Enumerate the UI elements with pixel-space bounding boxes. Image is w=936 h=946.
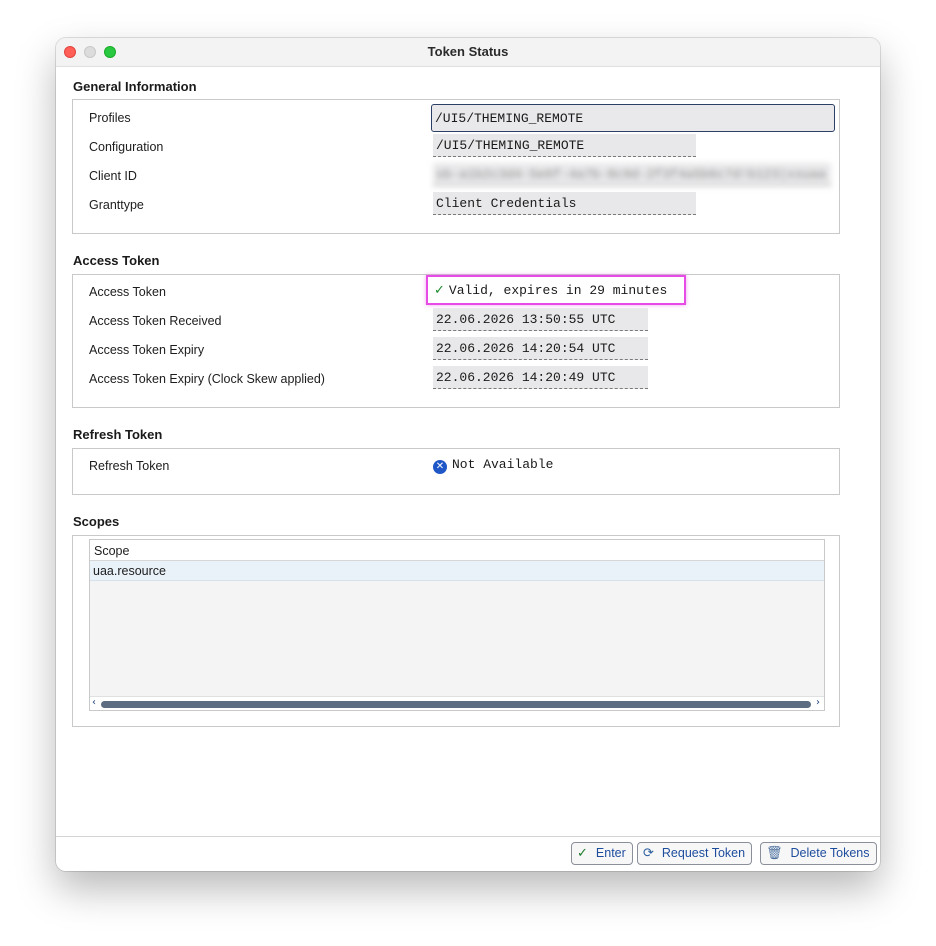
granttype-label: Granttype bbox=[89, 198, 144, 212]
error-circle-icon: ✕ bbox=[433, 460, 447, 474]
check-icon: ✓ bbox=[434, 283, 445, 298]
enter-button-label: Enter bbox=[595, 846, 626, 860]
scroll-right-icon[interactable]: › bbox=[816, 697, 820, 708]
profiles-label: Profiles bbox=[89, 111, 131, 125]
refresh-section-title: Refresh Token bbox=[73, 427, 163, 442]
clock-skew-expiry-label: Access Token Expiry (Clock Skew applied) bbox=[89, 372, 325, 386]
request-token-button-label: Request Token bbox=[661, 846, 746, 860]
client-id-label: Client ID bbox=[89, 169, 137, 183]
access-token-label: Access Token bbox=[89, 285, 166, 299]
access-token-received-label: Access Token Received bbox=[89, 314, 222, 328]
delete-tokens-button[interactable]: 🗑 Delete Tokens bbox=[760, 842, 877, 865]
scroll-left-icon[interactable]: ‹ bbox=[92, 697, 96, 708]
general-panel: Profiles /UI5/THEMING_REMOTE Configurati… bbox=[72, 99, 840, 234]
delete-tokens-button-label: Delete Tokens bbox=[790, 846, 870, 860]
profiles-field[interactable]: /UI5/THEMING_REMOTE bbox=[431, 104, 835, 132]
window-title: Token Status bbox=[427, 44, 509, 59]
button-bar: ✓ Enter ⟳ Request Token 🗑 Delete Tokens bbox=[56, 836, 880, 871]
granttype-field[interactable]: Client Credentials bbox=[433, 192, 696, 215]
request-token-button[interactable]: ⟳ Request Token bbox=[637, 842, 753, 865]
scopes-table[interactable]: Scope uaa.resource ‹ › bbox=[89, 539, 825, 711]
access-panel: Access Token ✓ Valid, expires in 29 minut… bbox=[72, 274, 840, 408]
access-token-status-text: Valid, expires in 29 minutes bbox=[448, 283, 668, 298]
trash-icon: 🗑 bbox=[766, 846, 783, 861]
refresh-token-label: Refresh Token bbox=[89, 459, 170, 473]
scopes-section-title: Scopes bbox=[73, 514, 120, 529]
access-token-expiry-field[interactable]: 22.06.2026 14:20:54 UTC bbox=[433, 337, 648, 360]
scopes-panel: Scope uaa.resource ‹ › bbox=[72, 535, 840, 727]
client-id-field[interactable]: sb-a1b2c3d4-5e6f-4a7b-8c9d-2f3f4a5b6c7d!… bbox=[433, 163, 831, 186]
title-bar: Token Status bbox=[56, 38, 880, 67]
table-row[interactable]: uaa.resource bbox=[90, 561, 824, 581]
request-token-icon: ⟳ bbox=[643, 846, 654, 861]
clock-skew-expiry-field[interactable]: 22.06.2026 14:20:49 UTC bbox=[433, 366, 648, 389]
token-status-window: Token Status General Information Profile… bbox=[56, 38, 880, 871]
access-token-expiry-label: Access Token Expiry bbox=[89, 343, 205, 357]
enter-button[interactable]: ✓ Enter bbox=[571, 842, 633, 865]
access-section-title: Access Token bbox=[73, 253, 160, 268]
refresh-token-status: ✕ Not Available bbox=[427, 451, 627, 481]
general-section-title: General Information bbox=[73, 79, 197, 94]
refresh-panel: Refresh Token ✕ Not Available bbox=[72, 448, 840, 495]
access-token-received-field[interactable]: 22.06.2026 13:50:55 UTC bbox=[433, 308, 648, 331]
scrollbar-thumb[interactable] bbox=[101, 701, 811, 708]
horizontal-scrollbar[interactable]: ‹ › bbox=[90, 696, 824, 710]
scope-column-header[interactable]: Scope bbox=[90, 540, 824, 561]
configuration-label: Configuration bbox=[89, 140, 164, 154]
check-icon: ✓ bbox=[577, 846, 588, 861]
configuration-field[interactable]: /UI5/THEMING_REMOTE bbox=[433, 134, 696, 157]
refresh-token-status-text: Not Available bbox=[452, 457, 554, 472]
access-token-status: ✓ Valid, expires in 29 minutes bbox=[426, 275, 686, 305]
